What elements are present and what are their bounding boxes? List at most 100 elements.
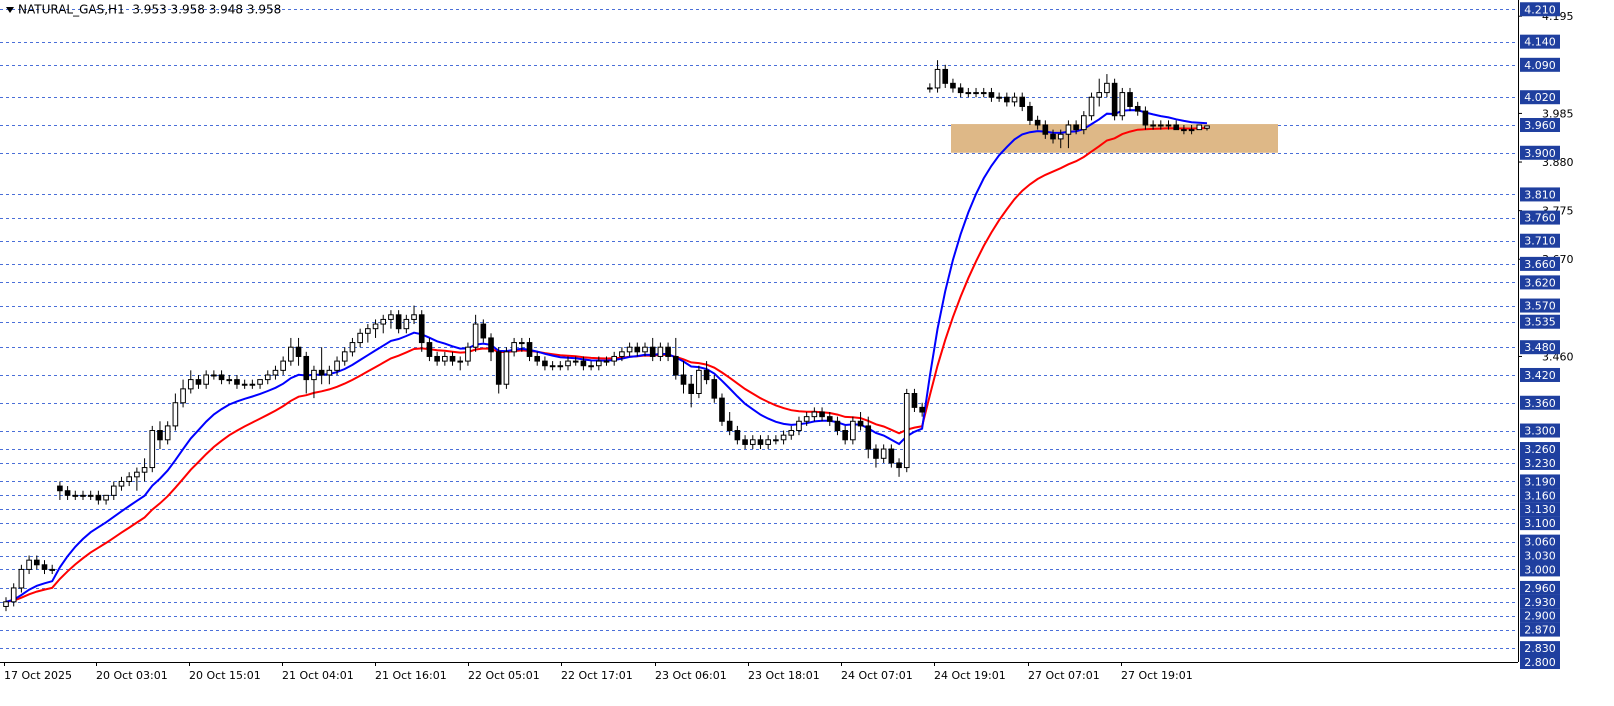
candle bbox=[395, 310, 402, 334]
candle bbox=[1173, 120, 1180, 131]
dropdown-arrow-icon[interactable] bbox=[6, 6, 14, 13]
candle bbox=[1111, 78, 1118, 121]
candle bbox=[888, 444, 895, 468]
candle bbox=[195, 374, 202, 389]
candle bbox=[64, 486, 71, 500]
candle bbox=[511, 337, 517, 357]
candle bbox=[973, 87, 979, 98]
price-level-label: 3.300 bbox=[1520, 423, 1560, 438]
candle bbox=[557, 361, 564, 371]
price-level-label: 3.000 bbox=[1520, 562, 1560, 577]
svg-text:3.160: 3.160 bbox=[1524, 489, 1556, 502]
chart-title[interactable]: NATURAL_GAS,H1 3.953 3.958 3.948 3.958 bbox=[6, 2, 281, 17]
x-tick-label: 24 Oct 19:01 bbox=[934, 669, 1006, 682]
price-level-label: 4.020 bbox=[1520, 90, 1560, 105]
svg-text:3.420: 3.420 bbox=[1524, 369, 1556, 382]
candle bbox=[72, 490, 79, 500]
candle bbox=[549, 361, 556, 371]
candle bbox=[857, 412, 864, 431]
price-level-label: 3.420 bbox=[1520, 367, 1560, 382]
candle bbox=[33, 555, 40, 570]
candle bbox=[865, 416, 872, 459]
svg-text:2.900: 2.900 bbox=[1524, 610, 1556, 623]
candle bbox=[834, 416, 841, 436]
fast-ma-line bbox=[5, 109, 1208, 603]
svg-text:3.900: 3.900 bbox=[1524, 147, 1556, 160]
svg-text:3.260: 3.260 bbox=[1524, 443, 1556, 456]
candle bbox=[118, 476, 125, 491]
candle bbox=[896, 458, 902, 477]
candle bbox=[380, 314, 387, 334]
price-level-label: 3.060 bbox=[1520, 534, 1560, 549]
price-level-label: 3.030 bbox=[1520, 548, 1560, 563]
candle bbox=[811, 407, 818, 422]
candle bbox=[3, 597, 9, 612]
x-tick-label: 24 Oct 07:01 bbox=[841, 669, 913, 682]
candle bbox=[141, 458, 148, 482]
candle bbox=[688, 374, 694, 408]
x-tick-label: 22 Oct 05:01 bbox=[468, 669, 540, 682]
candle bbox=[57, 481, 63, 500]
candle bbox=[1127, 87, 1133, 112]
x-tick-label: 27 Oct 19:01 bbox=[1121, 669, 1193, 682]
svg-text:2.870: 2.870 bbox=[1524, 624, 1556, 637]
x-tick-label: 17 Oct 2025 bbox=[4, 669, 72, 682]
candle bbox=[1119, 87, 1126, 121]
candle bbox=[796, 416, 802, 436]
candle bbox=[588, 361, 594, 371]
candle bbox=[757, 435, 764, 450]
candle bbox=[426, 337, 433, 362]
price-level-label: 3.230 bbox=[1520, 455, 1560, 470]
candle bbox=[1134, 101, 1141, 116]
candle bbox=[49, 564, 56, 575]
svg-text:3.360: 3.360 bbox=[1524, 397, 1556, 410]
candle bbox=[180, 379, 186, 408]
svg-text:3.130: 3.130 bbox=[1524, 503, 1556, 516]
svg-text:3.060: 3.060 bbox=[1524, 536, 1556, 549]
candle bbox=[442, 351, 448, 366]
price-level-label: 3.570 bbox=[1520, 298, 1560, 313]
candle bbox=[495, 347, 502, 394]
candle bbox=[257, 379, 263, 389]
price-level-label: 2.830 bbox=[1520, 641, 1560, 656]
candle bbox=[503, 347, 510, 389]
candle bbox=[172, 393, 179, 431]
price-level-label: 3.620 bbox=[1520, 275, 1560, 290]
candle bbox=[719, 393, 725, 426]
price-level-label: 2.960 bbox=[1520, 580, 1560, 595]
candle bbox=[880, 444, 887, 463]
svg-text:3.190: 3.190 bbox=[1524, 475, 1556, 488]
price-level-label: 3.960 bbox=[1520, 117, 1560, 132]
candle bbox=[449, 351, 456, 366]
price-level-label: 3.480 bbox=[1520, 340, 1560, 355]
svg-text:2.960: 2.960 bbox=[1524, 582, 1556, 595]
candle bbox=[357, 328, 363, 348]
candle bbox=[1019, 92, 1026, 112]
svg-text:4.020: 4.020 bbox=[1524, 91, 1556, 104]
x-tick-label: 21 Oct 04:01 bbox=[282, 669, 354, 682]
candle bbox=[842, 425, 848, 445]
candle bbox=[927, 83, 933, 93]
price-level-label: 4.210 bbox=[1520, 2, 1560, 16]
price-level-label: 3.130 bbox=[1520, 502, 1560, 517]
candle bbox=[649, 337, 656, 362]
candle bbox=[773, 435, 779, 445]
candle bbox=[734, 425, 741, 445]
candle bbox=[18, 564, 25, 593]
candle bbox=[234, 374, 240, 389]
candle bbox=[472, 314, 479, 352]
svg-text:3.100: 3.100 bbox=[1524, 517, 1556, 530]
svg-text:3.570: 3.570 bbox=[1524, 300, 1556, 313]
candle bbox=[103, 494, 109, 505]
candle bbox=[488, 333, 494, 362]
candle bbox=[326, 365, 333, 385]
price-level-label: 3.190 bbox=[1520, 474, 1560, 489]
price-level-label: 4.090 bbox=[1520, 57, 1560, 72]
price-level-label: 3.260 bbox=[1520, 442, 1560, 457]
candle bbox=[996, 92, 1002, 102]
price-chart[interactable]: 4.1953.9853.8803.7753.6703.4604.2104.140… bbox=[0, 0, 1614, 706]
svg-text:3.000: 3.000 bbox=[1524, 563, 1556, 576]
candle bbox=[41, 560, 48, 575]
grid-lines bbox=[0, 9, 1518, 663]
x-tick-label: 22 Oct 17:01 bbox=[561, 669, 633, 682]
